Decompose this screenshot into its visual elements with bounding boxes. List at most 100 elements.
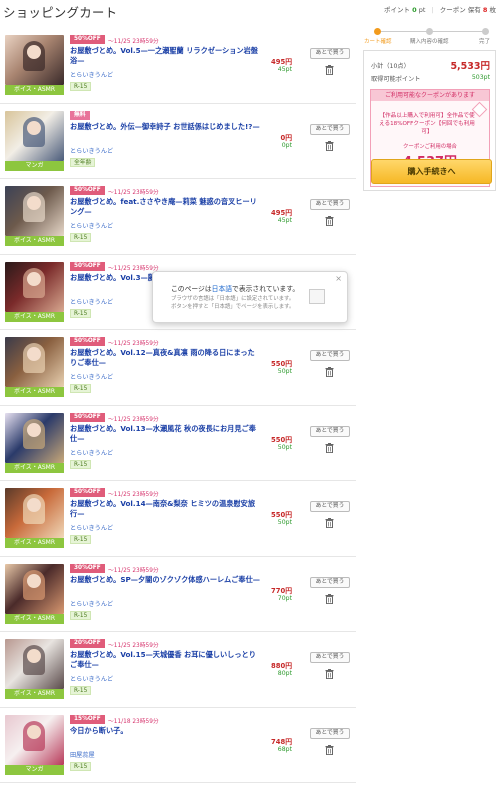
sale-deadline: 〜11/18 23時59分 (108, 718, 159, 725)
product-price: 550円 (271, 360, 292, 368)
page-title: ショッピングカート (3, 5, 118, 20)
step-label-cart: カート確認 (364, 39, 392, 45)
trash-icon[interactable] (325, 65, 334, 75)
sale-deadline: 〜11/25 23時59分 (108, 190, 159, 196)
checkout-button[interactable]: 購入手続きへ (371, 159, 492, 184)
product-thumbnail[interactable] (5, 110, 64, 161)
sale-deadline: 〜11/25 23時59分 (108, 567, 159, 574)
product-points: 45pt (277, 217, 292, 224)
product-points: 68pt (277, 745, 292, 753)
popup-detail: ブラウザの言語は「日本語」に設定されています。 ボタンを押すと「日本語」でページを… (171, 296, 295, 310)
product-title[interactable]: お屋敷づとめ。SP—夕闇のゾクゾク体感ハーレムご奉仕— (70, 575, 260, 585)
cart-item: マンガ 無料 お屋敷づとめ。外伝—御幸詩子 お世話係はじめました!?— とらいき… (0, 104, 356, 179)
product-thumbnail[interactable] (5, 35, 64, 85)
product-thumbnail[interactable] (5, 337, 64, 387)
age-rating: R-15 (70, 686, 92, 695)
buy-later-button[interactable]: あとで買う (310, 350, 350, 361)
product-price: 0円 (280, 133, 292, 142)
cart-item: ボイス・ASMR 50%OFF 〜11/25 23時59分 お屋敷づとめ。Vol… (0, 406, 356, 481)
buy-later-button[interactable]: あとで買う (310, 48, 350, 59)
product-points: 70pt (277, 594, 292, 602)
product-title[interactable]: お屋敷づとめ。feat.ささやき庵—莉菜 魅惑の音叉ヒーリング— (70, 197, 260, 217)
product-title[interactable]: 今日から断い子。 (70, 726, 260, 736)
product-thumbnail[interactable] (5, 261, 64, 312)
product-thumbnail[interactable] (5, 714, 64, 765)
circle-name[interactable]: とらいきうんど (70, 448, 113, 457)
sale-deadline: 〜11/25 23時59分 (108, 39, 159, 45)
cart-item: ボイス・ASMR 50%OFF 〜11/25 23時59分 お屋敷づとめ。Vol… (0, 28, 356, 104)
cart-item: ボイス・ASMR 50%OFF 〜11/25 23時59分 お屋敷づとめ。fea… (0, 179, 356, 255)
cart-item: マンガ 15%OFF 〜11/18 23時59分 今日から断い子。 田屋蕊屋 R… (0, 708, 356, 783)
language-button[interactable] (309, 289, 325, 304)
coupon-unit: 枚 (489, 6, 497, 14)
discount-badge: 20%OFF (70, 639, 105, 648)
age-rating: 全年齢 (70, 157, 96, 167)
cart-list: ボイス・ASMR 50%OFF 〜11/25 23時59分 お屋敷づとめ。Vol… (0, 28, 356, 783)
trash-icon[interactable] (325, 518, 334, 528)
age-rating: R-15 (70, 761, 92, 771)
earnable-points-label: 取得可能ポイント (371, 76, 421, 83)
product-price: 770円 (271, 586, 292, 595)
points-unit: pt (418, 6, 426, 14)
product-points: 50pt (277, 519, 292, 526)
circle-name[interactable]: とらいきうんど (70, 70, 113, 79)
product-points: 50pt (277, 443, 292, 451)
age-rating: R-15 (70, 459, 92, 469)
product-thumbnail[interactable] (5, 639, 64, 689)
sale-deadline: 〜11/25 23時59分 (108, 643, 159, 649)
product-title[interactable]: お屋敷づとめ。外伝—御幸詩子 お世話係はじめました!?— (70, 122, 260, 132)
circle-name[interactable]: とらいきうんど (70, 146, 113, 155)
circle-name[interactable]: とらいきうんど (70, 674, 113, 683)
circle-name[interactable]: とらいきうんど (70, 523, 113, 532)
product-title[interactable]: お屋敷づとめ。Vol.14—南奈&梨奈 ヒミツの温泉慰安旅行— (70, 499, 260, 519)
circle-name[interactable]: とらいきうんど (70, 599, 113, 608)
product-thumbnail[interactable] (5, 563, 64, 614)
sale-deadline: 〜11/25 23時59分 (108, 265, 159, 272)
trash-icon[interactable] (325, 593, 334, 604)
product-title[interactable]: お屋敷づとめ。Vol.15—天城優香 お耳に優しいしっとりご奉仕— (70, 650, 260, 670)
product-title[interactable]: お屋敷づとめ。Vol.12—真夜&真凛 雨の降る日にまったりご奉仕— (70, 348, 260, 368)
close-icon[interactable]: × (335, 274, 342, 283)
product-title[interactable]: お屋敷づとめ。Vol.5—一之瀬聖蘭 リラクゼーション岩盤浴— (70, 46, 260, 66)
genre-label: ボイス・ASMR (5, 236, 64, 246)
trash-icon[interactable] (325, 442, 334, 453)
trash-icon[interactable] (325, 669, 334, 679)
buy-later-button[interactable]: あとで買う (310, 652, 350, 663)
coupon-label[interactable]: クーポン 保有 (440, 6, 481, 14)
buy-later-button[interactable]: あとで買う (310, 576, 350, 588)
trash-icon[interactable] (325, 216, 334, 226)
buy-later-button[interactable]: あとで買う (310, 501, 350, 512)
subtotal-label: 小計（10点） (371, 63, 410, 70)
buy-later-button[interactable]: あとで買う (310, 727, 350, 739)
circle-name[interactable]: とらいきうんど (70, 372, 113, 381)
buy-later-button[interactable]: あとで買う (310, 123, 350, 135)
genre-label: ボイス・ASMR (5, 311, 64, 322)
product-points: 45pt (277, 66, 292, 73)
step-label-confirm: 購入内容の確認 (410, 39, 449, 45)
circle-name[interactable]: とらいきうんど (70, 221, 113, 230)
product-thumbnail[interactable] (5, 488, 64, 538)
genre-label: ボイス・ASMR (5, 613, 64, 624)
cart-item: ボイス・ASMR 20%OFF 〜11/25 23時59分 お屋敷づとめ。Vol… (0, 632, 356, 708)
step-dot-1 (374, 28, 381, 35)
product-thumbnail[interactable] (5, 186, 64, 236)
trash-icon[interactable] (325, 367, 334, 377)
trash-icon[interactable] (325, 140, 334, 151)
buy-later-button[interactable]: あとで買う (310, 425, 350, 437)
age-rating: R-15 (70, 535, 92, 544)
circle-name[interactable]: とらいきうんど (70, 297, 113, 306)
product-thumbnail[interactable] (5, 412, 64, 463)
circle-name[interactable]: 田屋蕊屋 (70, 750, 95, 759)
cart-item: ボイス・ASMR 50%OFF 〜11/25 23時59分 お屋敷づとめ。Vol… (0, 330, 356, 406)
genre-label: ボイス・ASMR (5, 538, 64, 548)
product-title[interactable]: お屋敷づとめ。Vol.13—水瀬風花 秋の夜長にお月見ご奉仕— (70, 424, 260, 444)
sale-deadline: 〜11/25 23時59分 (108, 492, 159, 498)
discount-badge: 無料 (70, 110, 90, 120)
trash-icon[interactable] (325, 744, 334, 755)
buy-later-button[interactable]: あとで買う (310, 199, 350, 210)
product-price: 550円 (271, 511, 292, 519)
product-points: 80pt (277, 670, 292, 677)
product-price: 495円 (271, 209, 292, 217)
product-price: 748円 (271, 737, 292, 746)
coupon-subtext: クーポンご利用の場合 (403, 144, 457, 150)
